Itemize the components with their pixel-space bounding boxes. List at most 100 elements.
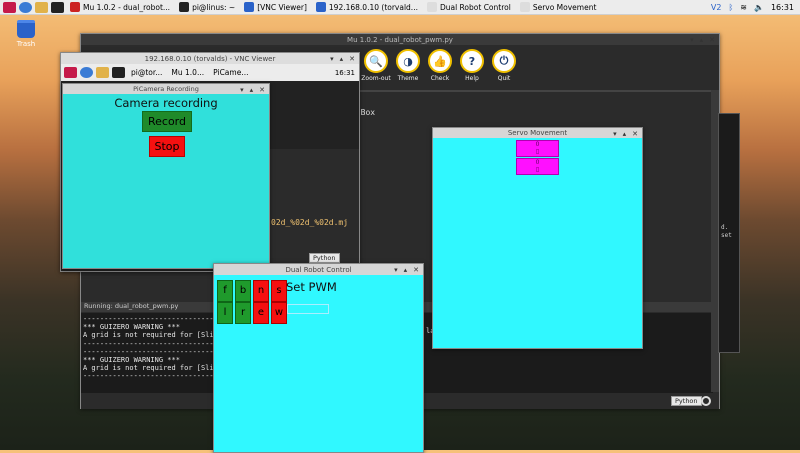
- picam-title-bar: PiCamera Recording ▾ ▴ ✕: [63, 84, 269, 94]
- toolbar-button-label: Theme: [397, 75, 419, 82]
- task-app-icon: [244, 2, 255, 12]
- robot-key-r[interactable]: r: [235, 302, 251, 324]
- remote-code-line: 02d_%02d_%02d.mj: [271, 218, 349, 227]
- picam-window-title: PiCamera Recording: [133, 85, 199, 93]
- taskbar-task-label: Dual Robot Control: [439, 2, 511, 12]
- system-tray: V2 ᛒ ≋ 🔈 16:31: [711, 0, 794, 15]
- vnc-tray-icon[interactable]: V2: [711, 3, 722, 12]
- task-app-icon: [179, 2, 190, 12]
- taskbar-task[interactable]: Servo Movement: [517, 1, 600, 14]
- file-manager-icon[interactable]: [96, 67, 109, 78]
- stop-button[interactable]: Stop: [149, 136, 185, 157]
- theme-button[interactable]: ◑ Theme: [393, 49, 423, 82]
- remote-task[interactable]: PiCame...: [210, 66, 251, 79]
- taskbar-task[interactable]: Dual Robot Control: [424, 1, 514, 14]
- pwm-label: Set PWM: [286, 280, 337, 294]
- volume-icon[interactable]: 🔈: [754, 3, 764, 12]
- check-button[interactable]: 👍 Check: [425, 49, 455, 82]
- vnc-title-bar: 192.168.0.10 (torvalds) - VNC Viewer ▾ ▴ ✕: [61, 53, 359, 64]
- minimize-icon[interactable]: ▾: [613, 130, 617, 138]
- picamera-window: PiCamera Recording ▾ ▴ ✕ Camera recording …: [62, 83, 270, 269]
- taskbar-task-label: pi@linus: ~: [192, 2, 236, 12]
- terminal-fragment: set: [721, 232, 732, 239]
- minimize-icon[interactable]: ▾: [330, 55, 334, 63]
- close-icon[interactable]: ✕: [349, 55, 355, 63]
- file-manager-icon[interactable]: [35, 1, 48, 13]
- raspberry-menu-icon[interactable]: [3, 1, 16, 13]
- robot-key-f[interactable]: f: [217, 280, 233, 302]
- close-icon[interactable]: ✕: [413, 266, 419, 274]
- robot-key-e[interactable]: e: [253, 302, 269, 324]
- taskbar-task[interactable]: Mu 1.0.2 - dual_robot...: [67, 1, 173, 14]
- settings-gear-icon[interactable]: [701, 396, 711, 406]
- maximize-icon[interactable]: ▴: [623, 130, 627, 138]
- robot-key-s[interactable]: s: [271, 280, 287, 302]
- toolbar-button-label: Zoom-out: [361, 75, 391, 82]
- browser-icon[interactable]: [19, 1, 32, 13]
- clock: 16:31: [770, 3, 794, 12]
- zoom-out-button[interactable]: 🔍 Zoom-out: [361, 49, 391, 82]
- servo-slider[interactable]: 0 ▯: [516, 158, 559, 175]
- robot-key-w[interactable]: w: [271, 302, 287, 324]
- mode-badge[interactable]: Python: [309, 253, 340, 263]
- terminal-icon[interactable]: [51, 1, 64, 13]
- terminal-icon[interactable]: [112, 67, 125, 78]
- zoom-out-icon: 🔍: [364, 49, 388, 73]
- record-button[interactable]: Record: [142, 111, 192, 132]
- raspberry-menu-icon[interactable]: [64, 67, 77, 78]
- toolbar-button-label: Check: [430, 75, 450, 82]
- servo-movement-window: Servo Movement ▾ ▴ ✕ 0 ▯ 0 ▯: [432, 127, 643, 349]
- close-icon[interactable]: ✕: [709, 36, 715, 44]
- minimize-icon[interactable]: ▾: [240, 86, 244, 94]
- theme-icon: ◑: [396, 49, 420, 73]
- maximize-icon[interactable]: ▴: [340, 55, 344, 63]
- taskbar-task[interactable]: pi@linus: ~: [176, 1, 238, 14]
- taskbar-task[interactable]: [VNC Viewer]: [241, 1, 310, 14]
- close-icon[interactable]: ✕: [259, 86, 265, 94]
- background-terminal-window[interactable]: d. set: [718, 113, 740, 353]
- slider-value: 0: [535, 141, 540, 148]
- help-icon: ?: [460, 49, 484, 73]
- browser-icon[interactable]: [80, 67, 93, 78]
- servo-title-bar: Servo Movement ▾ ▴ ✕: [433, 128, 642, 138]
- remote-task[interactable]: Mu 1.0...: [168, 66, 207, 79]
- maximize-icon[interactable]: ▴: [404, 266, 408, 274]
- mu-title-bar: Mu 1.0.2 - dual_robot_pwm.py ▾ ▴ ✕: [81, 34, 719, 45]
- taskbar-task-label: [VNC Viewer]: [257, 2, 307, 12]
- minimize-icon[interactable]: ▾: [690, 36, 694, 44]
- wifi-icon[interactable]: ≋: [740, 3, 747, 12]
- trash-desktop-icon[interactable]: Trash: [12, 20, 40, 48]
- trash-icon: [17, 20, 35, 38]
- mu-window-title: Mu 1.0.2 - dual_robot_pwm.py: [347, 35, 453, 44]
- dual-window-title: Dual Robot Control: [285, 265, 352, 274]
- remote-task[interactable]: pi@tor...: [128, 66, 165, 79]
- mode-badge[interactable]: Python: [671, 396, 702, 406]
- toolbar-button-label: Help: [465, 75, 479, 82]
- servo-window-title: Servo Movement: [507, 129, 568, 137]
- robot-key-n[interactable]: n: [253, 280, 269, 302]
- taskbar: Mu 1.0.2 - dual_robot... pi@linus: ~ [VNC …: [0, 0, 800, 15]
- pwm-input[interactable]: [287, 304, 329, 314]
- task-app-icon: [519, 2, 530, 12]
- servo-slider[interactable]: 0 ▯: [516, 140, 559, 157]
- robot-key-l[interactable]: l: [217, 302, 233, 324]
- task-app-icon: [70, 2, 80, 12]
- dual-robot-control-window: Dual Robot Control ▾ ▴ ✕ fbns lrew Set PWM: [213, 263, 424, 453]
- taskbar-task[interactable]: 192.168.0.10 (torvald...: [313, 1, 421, 14]
- quit-icon: ⏻: [492, 49, 516, 73]
- quit-button[interactable]: ⏻ Quit: [489, 49, 519, 82]
- terminal-fragment: d.: [721, 224, 729, 231]
- taskbar-task-label: 192.168.0.10 (torvald...: [328, 2, 418, 12]
- trash-label: Trash: [16, 40, 36, 48]
- dual-title-bar: Dual Robot Control ▾ ▴ ✕: [214, 264, 423, 275]
- help-button[interactable]: ? Help: [457, 49, 487, 82]
- bluetooth-icon[interactable]: ᛒ: [728, 3, 733, 12]
- picam-heading: Camera recording: [114, 96, 218, 110]
- close-icon[interactable]: ✕: [632, 130, 638, 138]
- minimize-icon[interactable]: ▾: [394, 266, 398, 274]
- robot-key-b[interactable]: b: [235, 280, 251, 302]
- maximize-icon[interactable]: ▴: [250, 86, 254, 94]
- maximize-icon[interactable]: ▴: [700, 36, 704, 44]
- vnc-window-title: 192.168.0.10 (torvalds) - VNC Viewer: [144, 54, 276, 63]
- task-app-icon: [315, 2, 326, 12]
